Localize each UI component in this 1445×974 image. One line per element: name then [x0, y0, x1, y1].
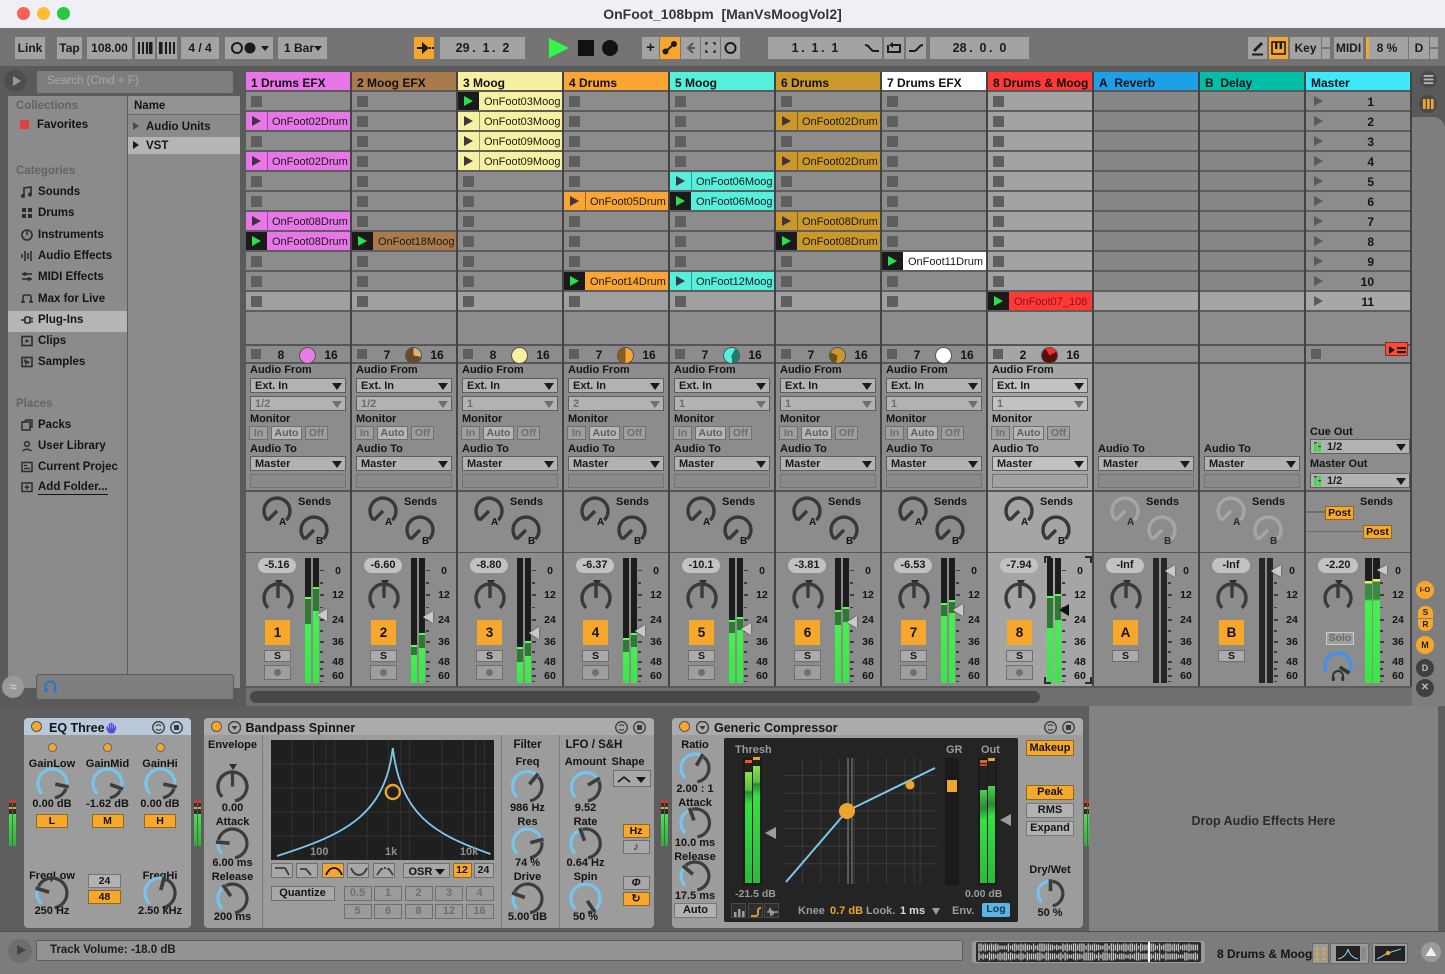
- svg-text:10k: 10k: [459, 846, 478, 858]
- svg-text:100: 100: [310, 846, 328, 858]
- svg-text:1k: 1k: [384, 846, 397, 858]
